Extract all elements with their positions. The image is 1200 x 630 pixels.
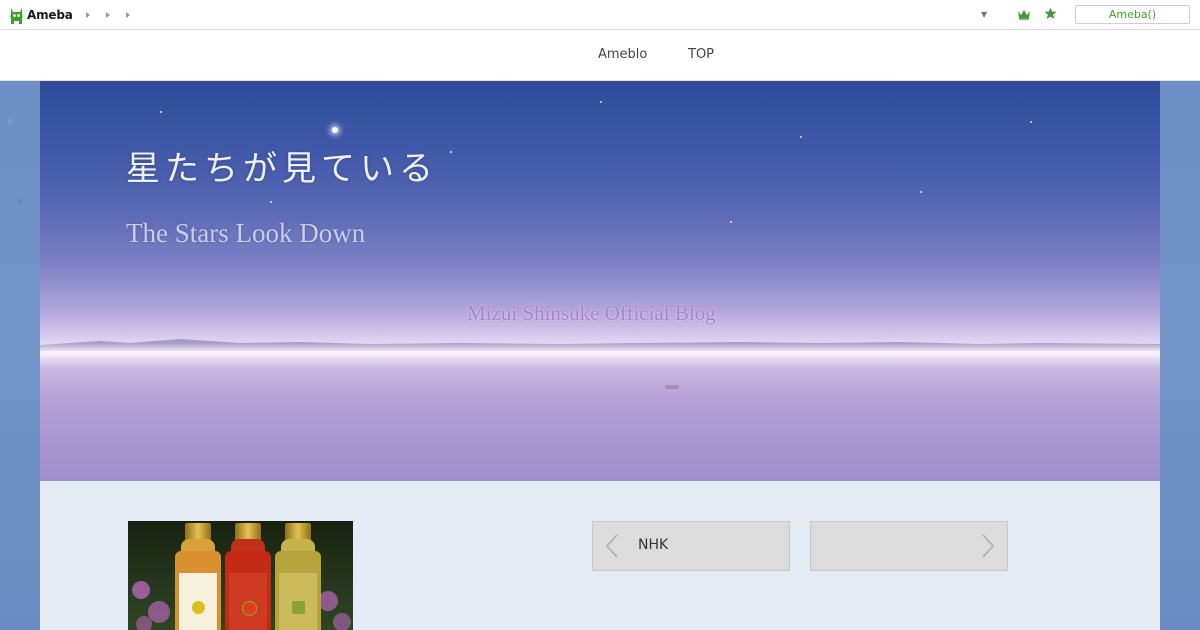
- ameba-header-bar: Ameba ▼ Ameba(): [0, 0, 1200, 30]
- distant-figure: [665, 385, 679, 389]
- star-icon[interactable]: [1044, 7, 1057, 20]
- caret-down-icon[interactable]: ▼: [981, 10, 987, 19]
- nav-link-ameblo[interactable]: Ameblo: [598, 47, 647, 62]
- logo-text: Ameba: [27, 8, 73, 22]
- ameba-monster-icon: [10, 7, 23, 24]
- menu-arrow-icon-3[interactable]: [126, 12, 130, 18]
- chevron-left-icon: [605, 534, 618, 558]
- main-content: NHK: [40, 481, 1160, 630]
- ameba-logo[interactable]: Ameba: [9, 4, 73, 26]
- blog-title-japanese: 星たちが見ている: [126, 149, 438, 189]
- blog-nav-bar: Ameblo TOP: [0, 30, 1200, 81]
- next-post-button[interactable]: [810, 521, 1008, 571]
- nav-link-top[interactable]: TOP: [688, 47, 714, 62]
- user-menu-button[interactable]: Ameba(): [1075, 5, 1190, 24]
- prev-post-label: NHK: [638, 537, 669, 553]
- product-bottles-image[interactable]: [128, 521, 353, 630]
- bright-star: [332, 127, 338, 133]
- blog-subtitle: Mizui Shinsuke Official Blog: [467, 301, 716, 325]
- menu-arrow-icon-2[interactable]: [106, 12, 110, 18]
- prev-post-button[interactable]: NHK: [592, 521, 790, 571]
- crown-icon[interactable]: [1017, 8, 1031, 20]
- horizon-glow: [40, 343, 1160, 359]
- blog-header-image[interactable]: 星たちが見ている The Stars Look Down Mizui Shins…: [40, 81, 1160, 481]
- blog-title-english: The Stars Look Down: [126, 218, 366, 248]
- menu-arrow-icon-1[interactable]: [86, 12, 90, 18]
- chevron-right-icon: [982, 534, 995, 558]
